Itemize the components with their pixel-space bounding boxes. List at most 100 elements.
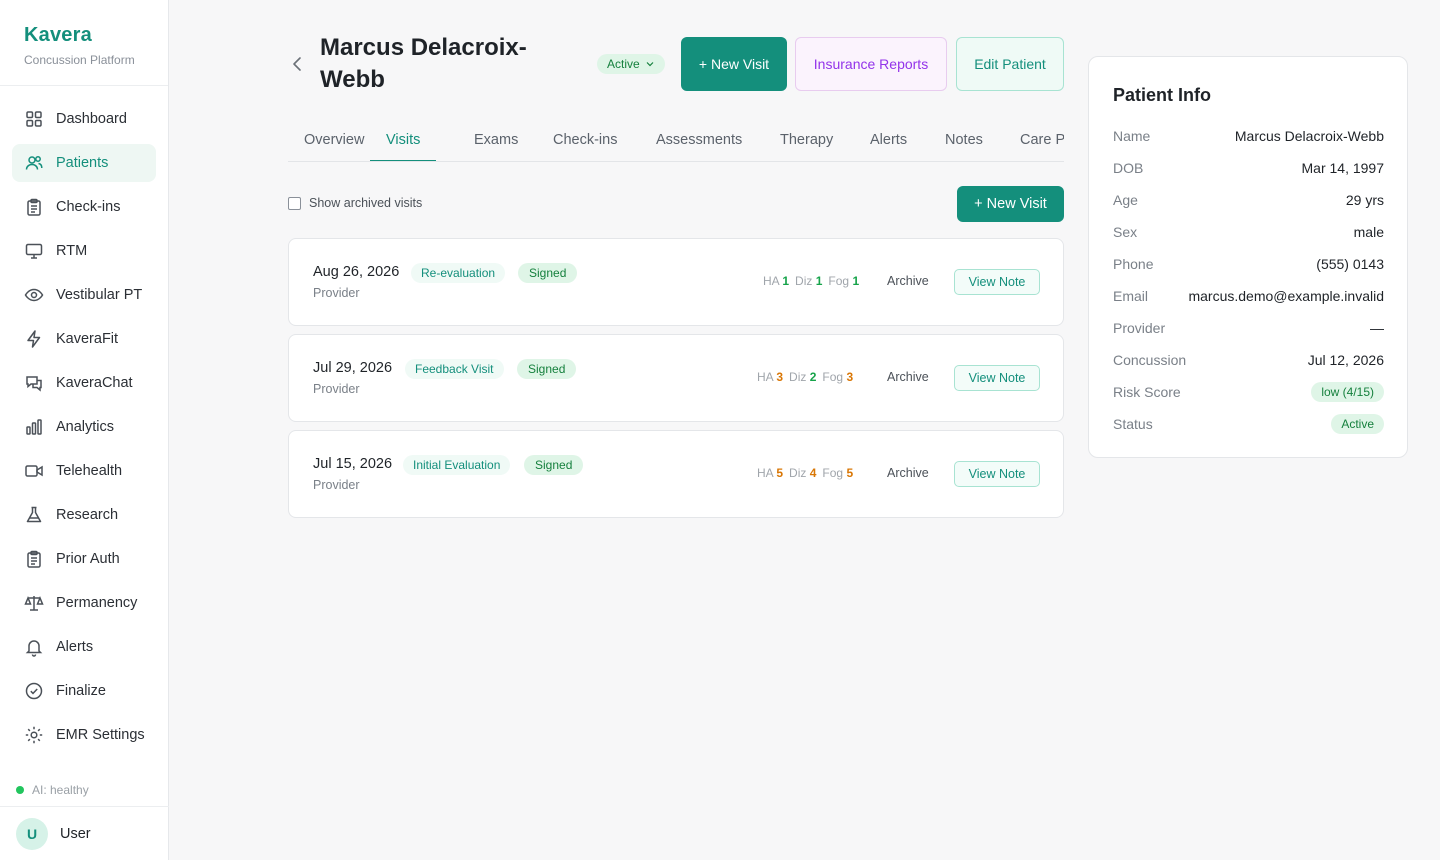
archive-button[interactable]: Archive <box>887 466 929 480</box>
sidebar-item-telehealth[interactable]: Telehealth <box>12 452 156 490</box>
brand-name[interactable]: Kavera <box>24 24 168 47</box>
info-label: DOB <box>1113 160 1144 176</box>
visit-type-badge: Initial Evaluation <box>403 455 511 475</box>
check-circle-icon <box>25 682 43 700</box>
show-archived-toggle[interactable]: Show archived visits <box>288 196 422 210</box>
score-label: Fog <box>822 370 844 384</box>
sidebar-item-emr-settings[interactable]: EMR Settings <box>12 716 156 754</box>
archive-button[interactable]: Archive <box>887 370 929 384</box>
score-label: Diz <box>789 370 807 384</box>
info-value: Mar 14, 1997 <box>1301 160 1385 176</box>
new-visit-header-button[interactable]: + New Visit <box>681 37 787 91</box>
flask-icon <box>26 506 42 523</box>
sidebar-item-label: EMR Settings <box>56 727 145 743</box>
view-note-button[interactable]: View Note <box>954 461 1040 487</box>
tab-check-ins[interactable]: Check-ins <box>553 118 617 161</box>
status-badge: Active <box>1331 414 1384 434</box>
visit-card[interactable]: Jul 29, 2026 Feedback Visit Signed Provi… <box>288 334 1064 422</box>
sidebar-item-label: Patients <box>56 155 109 171</box>
insurance-reports-button[interactable]: Insurance Reports <box>795 37 947 91</box>
tab-assessments[interactable]: Assessments <box>656 118 742 161</box>
info-label: Name <box>1113 128 1151 144</box>
info-label: Status <box>1113 416 1153 432</box>
info-row-phone: Phone (555) 0143 <box>1113 254 1384 274</box>
sidebar-item-label: RTM <box>56 243 88 259</box>
info-label: Age <box>1113 192 1138 208</box>
sidebar-item-kaverachat[interactable]: KaveraChat <box>12 364 156 402</box>
tab-therapy[interactable]: Therapy <box>780 118 833 161</box>
info-row-dob: DOB Mar 14, 1997 <box>1113 158 1384 178</box>
sidebar-item-kaverafit[interactable]: KaveraFit <box>12 320 156 358</box>
info-row-provider: Provider — <box>1113 318 1384 338</box>
sidebar-nav: Dashboard Patients Check-ins RTM Vestibu… <box>0 86 168 754</box>
bar-chart-icon <box>26 419 42 435</box>
risk-score-badge: low (4/15) <box>1311 382 1384 402</box>
sidebar-item-check-ins[interactable]: Check-ins <box>12 188 156 226</box>
archive-button[interactable]: Archive <box>887 274 929 288</box>
diz-score: 1 <box>815 274 823 288</box>
ai-status-label: AI: healthy <box>32 783 89 797</box>
info-label: Email <box>1113 288 1149 304</box>
sidebar-item-label: Telehealth <box>56 463 123 479</box>
symptom-scores: HA 3 Diz 2 Fog 3 <box>757 370 859 384</box>
sidebar-item-label: Permanency <box>56 595 138 611</box>
sidebar-item-label: Alerts <box>56 639 94 655</box>
sidebar-item-prior-auth[interactable]: Prior Auth <box>12 540 156 578</box>
symptom-scores: HA 1 Diz 1 Fog 1 <box>763 274 865 288</box>
tab-overview[interactable]: Overview <box>304 118 364 161</box>
score-label: Diz <box>795 274 813 288</box>
chevron-down-icon <box>646 62 654 67</box>
visit-type-badge: Re-evaluation <box>411 263 506 283</box>
sidebar-item-label: Finalize <box>56 683 106 699</box>
info-value: — <box>1370 320 1384 336</box>
score-label: HA <box>757 466 774 480</box>
visit-card[interactable]: Aug 26, 2026 Re-evaluation Signed Provid… <box>288 238 1064 326</box>
brand: Kavera Concussion Platform <box>0 0 168 86</box>
info-value: male <box>1353 224 1384 240</box>
sidebar-item-vestibular-pt[interactable]: Vestibular PT <box>12 276 156 314</box>
visit-date: Aug 26, 2026 <box>313 264 400 280</box>
tab-exams[interactable]: Exams <box>474 118 518 161</box>
chevron-left-icon[interactable] <box>288 54 306 74</box>
info-label: Risk Score <box>1113 384 1181 400</box>
score-label: Diz <box>789 466 807 480</box>
sidebar-item-rtm[interactable]: RTM <box>12 232 156 270</box>
visit-provider: Provider <box>313 478 360 492</box>
tab-notes[interactable]: Notes <box>945 118 983 161</box>
sidebar-item-research[interactable]: Research <box>12 496 156 534</box>
sidebar-item-finalize[interactable]: Finalize <box>12 672 156 710</box>
view-note-button[interactable]: View Note <box>954 365 1040 391</box>
tab-visits[interactable]: Visits <box>370 118 437 161</box>
sidebar-item-analytics[interactable]: Analytics <box>12 408 156 446</box>
info-value: 29 yrs <box>1345 192 1384 208</box>
status-dropdown[interactable]: Active <box>597 54 665 74</box>
edit-patient-button[interactable]: Edit Patient <box>956 37 1064 91</box>
page-title: Marcus Delacroix-Webb <box>320 34 527 93</box>
diz-score: 2 <box>809 370 817 384</box>
info-row-name: Name Marcus Delacroix-Webb <box>1113 126 1384 146</box>
sidebar: Kavera Concussion Platform Dashboard Pat… <box>0 0 169 860</box>
clipboard-icon <box>27 550 41 568</box>
sidebar-item-dashboard[interactable]: Dashboard <box>12 100 156 138</box>
user-name: User <box>60 825 91 842</box>
user-menu[interactable]: U User <box>0 806 169 860</box>
tab-care-plan[interactable]: Care P <box>1020 118 1064 161</box>
sidebar-item-alerts[interactable]: Alerts <box>12 628 156 666</box>
tab-alerts[interactable]: Alerts <box>870 118 907 161</box>
score-label: Fog <box>822 466 844 480</box>
score-label: HA <box>757 370 774 384</box>
sidebar-item-label: Research <box>56 507 119 523</box>
view-note-button[interactable]: View Note <box>954 269 1040 295</box>
show-archived-checkbox[interactable] <box>288 196 301 210</box>
signed-badge: Signed <box>524 455 584 475</box>
visit-card[interactable]: Jul 15, 2026 Initial Evaluation Signed P… <box>288 430 1064 518</box>
sidebar-item-permanency[interactable]: Permanency <box>12 584 156 622</box>
info-value: marcus.demo@example.invalid <box>1188 288 1384 304</box>
new-visit-button[interactable]: + New Visit <box>957 186 1064 222</box>
sidebar-item-label: Dashboard <box>56 111 127 127</box>
ha-score: 1 <box>782 274 790 288</box>
users-icon <box>25 156 43 170</box>
clipboard-icon <box>27 198 41 216</box>
sidebar-item-patients[interactable]: Patients <box>12 144 156 182</box>
patient-info-panel: Patient Info Name Marcus Delacroix-Webb … <box>1088 56 1408 458</box>
